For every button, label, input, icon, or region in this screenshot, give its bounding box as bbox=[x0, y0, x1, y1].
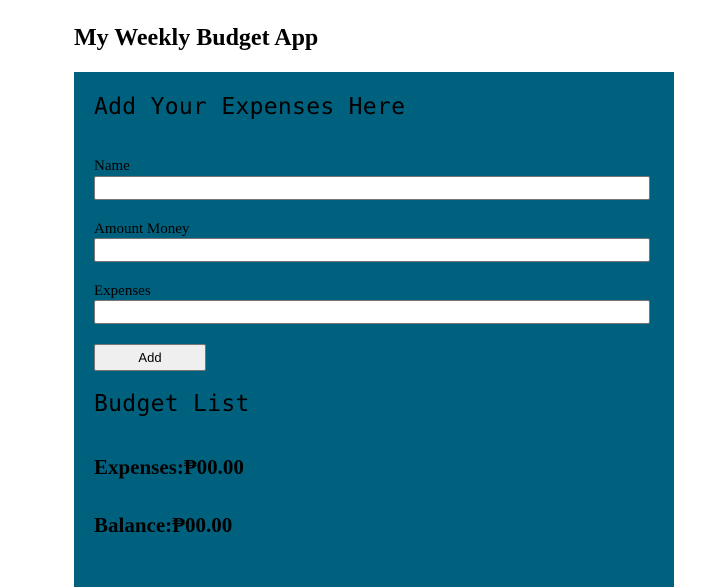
expenses-input[interactable] bbox=[94, 300, 650, 324]
amount-money-input[interactable] bbox=[94, 238, 650, 262]
expenses-label: Expenses bbox=[94, 283, 151, 299]
app-title: My Weekly Budget App bbox=[74, 25, 319, 51]
balance-total: Balance:₱00.00 bbox=[94, 511, 232, 539]
form-heading: Add Your Expenses Here bbox=[94, 94, 406, 120]
balance-total-label: Balance: bbox=[94, 513, 173, 537]
budget-list-heading: Budget List bbox=[94, 391, 250, 417]
balance-total-value: ₱00.00 bbox=[172, 513, 233, 537]
budget-panel: Add Your Expenses Here Name Amount Money… bbox=[74, 72, 674, 587]
expenses-total-value: ₱00.00 bbox=[183, 455, 244, 479]
expenses-total: Expenses:₱00.00 bbox=[94, 453, 244, 481]
name-label: Name bbox=[94, 158, 130, 174]
name-input[interactable] bbox=[94, 176, 650, 200]
add-button[interactable]: Add bbox=[94, 344, 206, 371]
expenses-total-label: Expenses: bbox=[94, 455, 184, 479]
amount-money-label: Amount Money bbox=[94, 221, 190, 237]
